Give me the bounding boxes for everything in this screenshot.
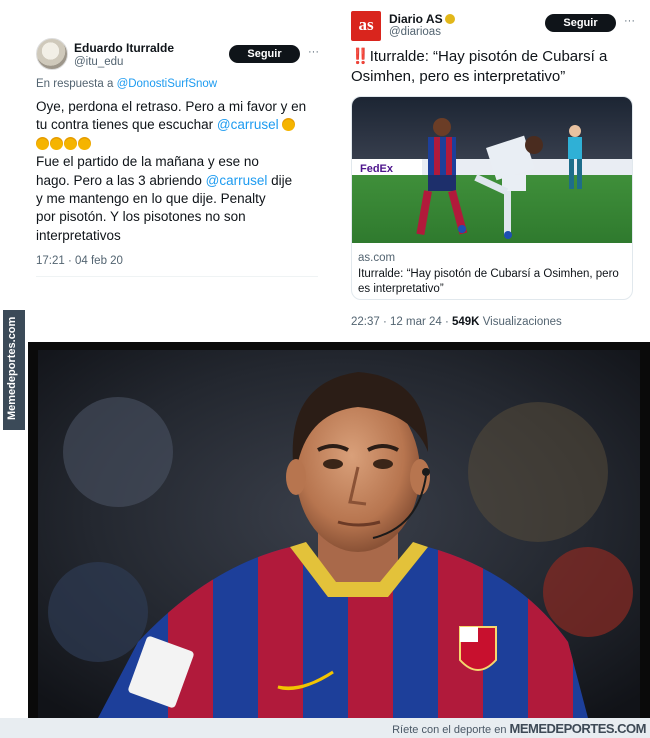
more-options-icon[interactable]: ··· (624, 15, 635, 27)
text-line: tu contra tienes que escuchar @carrusel (36, 116, 326, 134)
author-name-text: Diario AS (389, 12, 443, 26)
text-line: Fue el partido de la mañana y ese no (36, 154, 259, 170)
follow-button[interactable]: Seguir (229, 45, 300, 63)
text-fragment: hago. Pero a las 3 abriendo (36, 172, 206, 188)
grinning-sweat-emoji (78, 136, 91, 150)
grinning-sweat-emoji (36, 136, 49, 150)
tweet-text: Oye, perdona el retraso. Pero a mi favor… (36, 98, 326, 245)
author-name[interactable]: Diario AS (389, 12, 455, 26)
text-fragment: tu contra tienes que escuchar (36, 117, 217, 133)
double-exclamation-icon: ‼️ (351, 48, 370, 65)
divider (36, 276, 318, 277)
follow-button[interactable]: Seguir (545, 14, 616, 32)
card-image: FedEx (352, 97, 632, 243)
side-watermark-text: Memedeportes.com (6, 316, 18, 420)
card-title: Iturralde: “Hay pisotón de Cubarsí a Osi… (358, 268, 619, 295)
football-match-photo: FedEx (352, 97, 632, 243)
verified-badge-icon (444, 14, 455, 24)
tweet-timestamp[interactable]: 22:37 · 12 mar 24 · (351, 316, 452, 328)
tweet-timestamp[interactable]: 17:21 · 04 feb 20 (36, 255, 123, 267)
board-text: FedEx (360, 163, 394, 175)
tweet-headline: Iturralde: “Hay pisotón de Cubarsí a Osi… (351, 48, 608, 85)
grinning-sweat-emoji (50, 136, 63, 150)
view-count-label: Visualizaciones (479, 316, 562, 328)
emoji-line (36, 135, 326, 153)
text-fragment: dije (267, 172, 293, 188)
grinning-sweat-emoji (64, 136, 77, 150)
tweet-meta: 22:37 · 12 mar 24 · 549K Visualizaciones (351, 316, 562, 328)
text-line: y me mantengo en lo que dije. Penalty (36, 191, 266, 207)
author-name[interactable]: Eduardo Iturralde (74, 41, 174, 55)
reply-context: En respuesta a @DonostiSurfSnow (36, 78, 217, 90)
text-line: interpretativos (36, 227, 121, 243)
tweet-right: as Diario AS @diarioas Seguir ··· ‼️Itur… (340, 0, 650, 338)
text-line: por pisotón. Y los pisotones no son (36, 209, 246, 225)
mention-link[interactable]: @carrusel (217, 117, 279, 132)
grinning-sweat-emoji (282, 118, 296, 132)
avatar[interactable] (36, 38, 68, 70)
text-line: Oye, perdona el retraso. Pero a mi favor… (36, 99, 307, 114)
view-count: 549K (452, 316, 480, 328)
text-line: hago. Pero a las 3 abriendo @carrusel di… (36, 172, 326, 190)
footer-tagline: Ríete con el deporte en (392, 724, 510, 736)
reply-mention-link[interactable]: @DonostiSurfSnow (117, 78, 218, 90)
footer-text: Ríete con el deporte en MEMEDEPORTES.COM (392, 721, 646, 736)
reply-prefix: En respuesta a (36, 78, 117, 90)
side-watermark: Memedeportes.com (3, 310, 25, 430)
referee-photo (28, 342, 650, 718)
link-card[interactable]: FedEx as.com Iturralde: “Hay pisotón de … (351, 96, 633, 300)
footer-watermark: Ríete con el deporte en MEMEDEPORTES.COM (0, 718, 650, 738)
card-domain: as.com (358, 252, 396, 264)
more-options-icon[interactable]: ··· (308, 46, 319, 58)
tweet-text: ‼️Iturralde: “Hay pisotón de Cubarsí a O… (351, 47, 641, 87)
author-handle[interactable]: @diarioas (389, 26, 441, 38)
as-logo-avatar[interactable]: as (351, 11, 381, 41)
footer-brand[interactable]: MEMEDEPORTES.COM (510, 721, 647, 736)
mention-link[interactable]: @carrusel (206, 173, 268, 188)
referee-portrait (38, 350, 640, 718)
author-handle[interactable]: @itu_edu (74, 56, 123, 68)
